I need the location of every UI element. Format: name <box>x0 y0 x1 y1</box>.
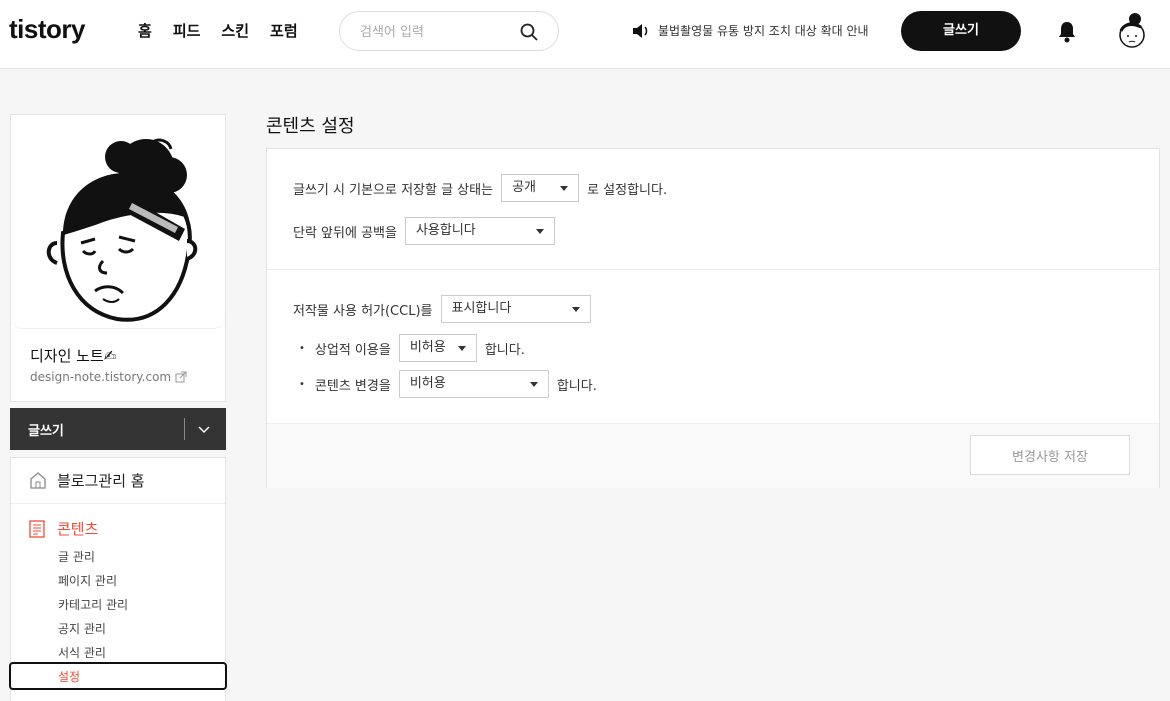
commercial-prefix: 상업적 이용을 <box>314 342 391 358</box>
notice-text: 불법촬영물 유통 방지 조치 대상 확대 안내 <box>658 24 869 38</box>
sub-item-templates[interactable]: 서식 관리 <box>58 644 106 661</box>
commercial-value: 비허용 <box>409 340 446 355</box>
save-changes-button[interactable]: 변경사항 저장 <box>970 435 1130 475</box>
blog-profile-card: 디자인 노트✍ design-note.tistory.com <box>10 114 226 402</box>
dropdown-arrow-icon <box>457 346 466 351</box>
notice-banner[interactable]: 불법촬영물 유통 방지 조치 대상 확대 안내 <box>632 22 869 39</box>
dropdown-arrow-icon <box>529 382 538 387</box>
blog-url-text: design-note.tistory.com <box>30 370 172 384</box>
settings-panel: 글쓰기 시 기본으로 저장할 글 상태는 공개 로 설정합니다. 단락 앞뒤에 … <box>266 148 1160 488</box>
default-state-prefix: 글쓰기 시 기본으로 저장할 글 상태는 <box>293 182 494 198</box>
top-header: tistory 홈 피드 스킨 포럼 불법촬영물 유통 방지 조치 대상 확대 … <box>0 0 1170 69</box>
bell-icon[interactable] <box>1057 21 1077 43</box>
page-title: 콘텐츠 설정 <box>266 116 355 137</box>
default-state-row: 글쓰기 시 기본으로 저장할 글 상태는 공개 로 설정합니다. <box>293 174 667 202</box>
nav-feed[interactable]: 피드 <box>173 20 201 42</box>
commercial-suffix: 합니다. <box>484 342 525 358</box>
ccl-value: 표시합니다 <box>451 301 512 316</box>
divider <box>184 418 185 440</box>
home-icon <box>30 472 46 489</box>
search-icon[interactable] <box>520 23 538 41</box>
bullet: • <box>299 342 305 354</box>
modify-value: 비허용 <box>409 376 446 391</box>
nav-home[interactable]: 홈 <box>138 20 152 42</box>
dropdown-arrow-icon <box>560 186 569 191</box>
blog-name[interactable]: 디자인 노트✍ <box>30 345 116 366</box>
content-modify-row: • 콘텐츠 변경을 비허용 합니다. <box>293 370 597 398</box>
dropdown-arrow-icon <box>571 307 580 312</box>
sub-item-settings[interactable]: 설정 <box>58 668 80 685</box>
ccl-select[interactable]: 표시합니다 <box>440 295 591 323</box>
main-nav: 홈 피드 스킨 포럼 <box>138 20 319 42</box>
default-state-suffix: 로 설정합니다. <box>587 182 668 198</box>
write-button[interactable]: 글쓰기 <box>901 11 1021 51</box>
external-link-icon <box>175 371 187 383</box>
modify-suffix: 합니다. <box>556 378 597 394</box>
ccl-row: 저작물 사용 허가(CCL)를 표시합니다 <box>293 295 599 323</box>
default-state-select[interactable]: 공개 <box>501 174 580 202</box>
sub-item-notices[interactable]: 공지 관리 <box>58 620 106 637</box>
sidebar-menu: 블로그관리 홈 콘텐츠 글 관리 페이지 관리 카테고리 관리 공지 관리 서식… <box>9 457 227 701</box>
blog-url-link[interactable]: design-note.tistory.com <box>30 370 187 384</box>
default-state-value: 공개 <box>512 180 536 195</box>
sidebar-item-home[interactable]: 블로그관리 홈 <box>11 458 225 504</box>
profile-illustration-icon <box>46 138 198 322</box>
sidebar-item-home-label: 블로그관리 홈 <box>57 472 145 490</box>
commercial-use-row: • 상업적 이용을 비허용 합니다. <box>293 334 525 362</box>
document-icon <box>29 520 45 538</box>
nav-skin[interactable]: 스킨 <box>221 20 249 42</box>
dropdown-arrow-icon <box>535 229 544 234</box>
sidebar-item-content-label: 콘텐츠 <box>57 520 99 538</box>
tistory-logo[interactable]: tistory <box>9 14 85 45</box>
commercial-use-select[interactable]: 비허용 <box>398 334 477 362</box>
active-item-outline <box>9 662 227 690</box>
search-box <box>339 11 559 51</box>
search-input[interactable] <box>360 22 520 42</box>
bullet: • <box>299 378 305 390</box>
section-divider <box>267 269 1159 270</box>
paragraph-spacing-select[interactable]: 사용합니다 <box>404 217 555 245</box>
ccl-prefix: 저작물 사용 허가(CCL)를 <box>293 303 433 319</box>
nav-forum[interactable]: 포럼 <box>270 20 298 42</box>
paragraph-value: 사용합니다 <box>415 223 476 238</box>
chevron-down-icon[interactable] <box>197 422 211 436</box>
avatar[interactable] <box>1115 13 1149 49</box>
paragraph-spacing-row: 단락 앞뒤에 공백을 사용합니다 <box>293 217 563 245</box>
sidebar-write-button[interactable]: 글쓰기 <box>10 408 226 450</box>
speaker-icon <box>633 23 648 38</box>
sub-item-posts[interactable]: 글 관리 <box>58 548 95 565</box>
paragraph-prefix: 단락 앞뒤에 공백을 <box>293 225 397 241</box>
profile-image[interactable] <box>11 115 225 329</box>
sub-item-pages[interactable]: 페이지 관리 <box>58 572 117 589</box>
content-modify-select[interactable]: 비허용 <box>398 370 549 398</box>
sidebar-write-label: 글쓰기 <box>28 424 64 439</box>
modify-prefix: 콘텐츠 변경을 <box>314 378 391 394</box>
sub-item-categories[interactable]: 카테고리 관리 <box>58 596 128 613</box>
